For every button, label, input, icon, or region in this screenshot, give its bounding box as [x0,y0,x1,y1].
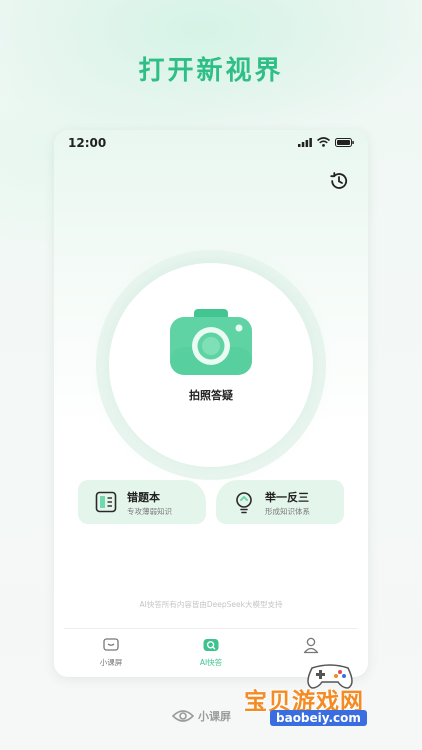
status-icons [298,137,354,147]
mistake-book-subtitle: 专攻薄弱知识 [127,507,172,516]
infer-more-subtitle: 形成知识体系 [265,507,310,516]
ai-disclaimer: AI快答所有内容皆由DeepSeek大模型支持 [139,600,283,609]
phone-screen: 12:00 拍照答疑 错题本 专攻薄弱知识 举一反三 形成知识体系 AI快答所有… [54,130,368,677]
status-bar: 12:00 [54,130,368,156]
tab-divider [64,628,358,629]
lightbulb-icon [236,492,252,514]
photo-answer-label: 拍照答疑 [189,389,233,402]
photo-answer-button[interactable]: 拍照答疑 [109,263,313,467]
watermark-url: baobeiy.com [270,710,367,726]
camera-icon [170,309,252,375]
brand-footer: 小课屏 [172,708,231,724]
screen-icon [103,638,119,651]
brand-eye-icon [172,710,194,722]
infer-more-title: 举一反三 [265,491,309,504]
battery-icon [335,137,354,147]
notebook-icon [95,491,117,513]
mistake-book-card[interactable]: 错题本 专攻薄弱知识 [78,480,206,524]
history-clock-icon [330,172,348,189]
search-camera-icon [203,639,219,651]
wifi-icon [317,137,330,147]
tab-screen-label: 小课屏 [99,658,123,667]
site-watermark: 宝贝游戏网 baobeiy.com [236,656,416,736]
brand-name: 小课屏 [198,710,231,723]
history-button[interactable] [328,170,350,192]
mistake-book-title: 错题本 [127,491,160,504]
status-time: 12:00 [68,136,107,150]
headline-title: 打开新视界 [138,56,284,86]
infer-more-card[interactable]: 举一反三 形成知识体系 [216,480,344,524]
signal-icon [298,137,312,147]
camera-zone: 拍照答疑 [96,250,326,480]
profile-icon [303,637,319,654]
tab-screen[interactable]: 小课屏 [76,636,146,670]
